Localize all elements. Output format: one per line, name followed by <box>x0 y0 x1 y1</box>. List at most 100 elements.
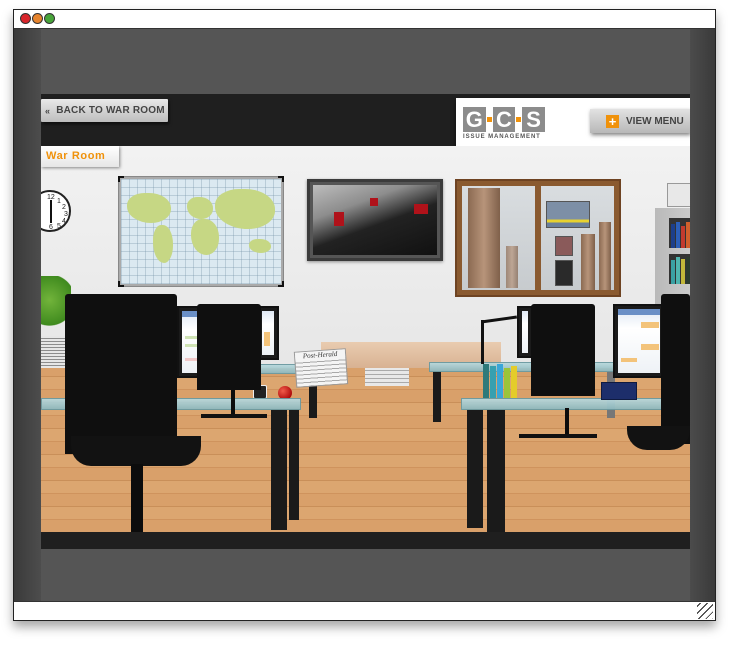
skyscraper <box>581 234 595 290</box>
book <box>681 259 685 284</box>
stereo-receiver[interactable] <box>667 183 690 207</box>
shelf-compartment <box>669 254 690 284</box>
map-corner <box>278 281 284 287</box>
artwork-canvas <box>313 185 437 255</box>
stage-bottom-margin <box>41 549 690 601</box>
window-pane-right <box>541 186 614 290</box>
calendar-event <box>621 358 637 362</box>
desk-lamp-post <box>481 320 484 364</box>
logo-letters: G C S <box>463 107 545 132</box>
chart-bar <box>264 332 270 346</box>
desk-leg <box>467 410 483 528</box>
clock-number: 5 <box>57 223 61 230</box>
monitor-toolbar <box>618 309 660 315</box>
view-menu-label: VIEW MENU <box>626 115 684 127</box>
office-chair-front-right[interactable] <box>661 294 690 444</box>
clock-number: 1 <box>57 198 61 205</box>
binders[interactable] <box>483 362 523 398</box>
book <box>686 257 690 284</box>
map-corner <box>118 281 124 287</box>
newspaper[interactable]: Post-Herald <box>293 348 349 388</box>
clock-number: 6 <box>49 224 53 231</box>
billboard[interactable] <box>555 236 573 256</box>
map-europe <box>187 197 213 219</box>
viewport-shade-right <box>688 29 715 601</box>
wall-clock-icon[interactable]: 12 1 2 3 4 5 6 <box>41 190 71 232</box>
billboard[interactable] <box>555 260 573 286</box>
minimize-window-button[interactable] <box>32 13 43 24</box>
billboard[interactable] <box>546 201 590 228</box>
book <box>671 260 675 284</box>
binder <box>504 368 510 398</box>
war-room-scene: 12 1 2 3 4 5 6 Post-Herald War Room <box>41 146 690 532</box>
desk-leg <box>289 410 299 520</box>
world-map[interactable] <box>118 176 284 287</box>
map-asia <box>215 189 275 229</box>
office-chair-front-left[interactable] <box>65 294 177 454</box>
calendar-event <box>641 344 659 350</box>
binder <box>483 364 489 398</box>
desk-front-right <box>461 398 690 410</box>
desk-leg <box>271 410 287 530</box>
calendar-event <box>641 322 659 328</box>
logo-dot-icon <box>486 117 492 122</box>
map-corner <box>278 176 284 182</box>
desk-lamp-arm <box>480 315 518 324</box>
artwork-red-splash <box>370 198 378 206</box>
binder <box>497 364 503 398</box>
close-window-button[interactable] <box>20 13 31 24</box>
flash-app: « BACK TO WAR ROOM G C S ISSUE MANAGEMEN… <box>41 94 690 549</box>
logo-letter-g: G <box>463 107 486 132</box>
office-chair-back-left[interactable] <box>197 304 261 390</box>
logo-subtitle: ISSUE MANAGEMENT <box>463 134 541 140</box>
logo-dot-icon <box>516 117 522 122</box>
clock-number: 3 <box>64 211 68 218</box>
zoom-window-button[interactable] <box>44 13 55 24</box>
skyscraper <box>599 222 611 290</box>
plus-icon: + <box>606 114 619 128</box>
back-button-label: BACK TO WAR ROOM <box>56 105 165 116</box>
chair-base <box>519 434 597 438</box>
book <box>676 257 680 284</box>
map-corner <box>118 176 124 182</box>
chair-post <box>231 390 235 416</box>
logo-card: G C S ISSUE MANAGEMENT + VIEW MENU <box>456 98 690 153</box>
skyscraper <box>468 188 500 288</box>
monitor-screen <box>618 309 660 373</box>
newspaper-title: Post-Herald <box>294 349 346 361</box>
desk-leg <box>487 410 505 532</box>
view-menu-button[interactable]: + VIEW MENU <box>590 109 690 133</box>
app-footer-bar <box>41 532 690 549</box>
viewport-shade-left <box>14 29 41 601</box>
browser-window: « BACK TO WAR ROOM G C S ISSUE MANAGEMEN… <box>13 9 716 621</box>
book <box>686 222 690 248</box>
clock-number: 2 <box>62 204 66 211</box>
clock-minute-hand <box>50 211 52 223</box>
gcs-logo[interactable]: G C S ISSUE MANAGEMENT <box>463 107 545 140</box>
desk-leg <box>433 372 441 422</box>
chair-post <box>131 464 143 532</box>
logo-letter-c: C <box>492 107 516 132</box>
room-label-tab: War Room <box>41 146 119 167</box>
binder <box>490 366 496 398</box>
map-africa <box>191 219 219 255</box>
book <box>676 222 680 248</box>
computer-monitor[interactable] <box>613 304 665 378</box>
app-header: « BACK TO WAR ROOM G C S ISSUE MANAGEMEN… <box>41 94 690 153</box>
document-tray[interactable] <box>601 382 637 400</box>
chair-base <box>201 414 267 418</box>
map-south-america <box>153 225 173 263</box>
back-to-war-room-button[interactable]: « BACK TO WAR ROOM <box>41 99 168 122</box>
skyscraper <box>506 246 518 288</box>
abstract-artwork[interactable] <box>307 179 443 261</box>
artwork-red-splash <box>414 204 428 214</box>
office-chair-back-right[interactable] <box>531 304 595 396</box>
resize-grip-icon[interactable] <box>697 603 713 619</box>
shelf-compartment <box>669 218 690 248</box>
logo-letter-s: S <box>522 107 545 132</box>
window-city-view[interactable] <box>455 179 621 297</box>
binder <box>511 366 517 398</box>
status-bar <box>14 601 715 620</box>
paper-boxes <box>365 368 409 386</box>
map-australia <box>249 239 271 253</box>
